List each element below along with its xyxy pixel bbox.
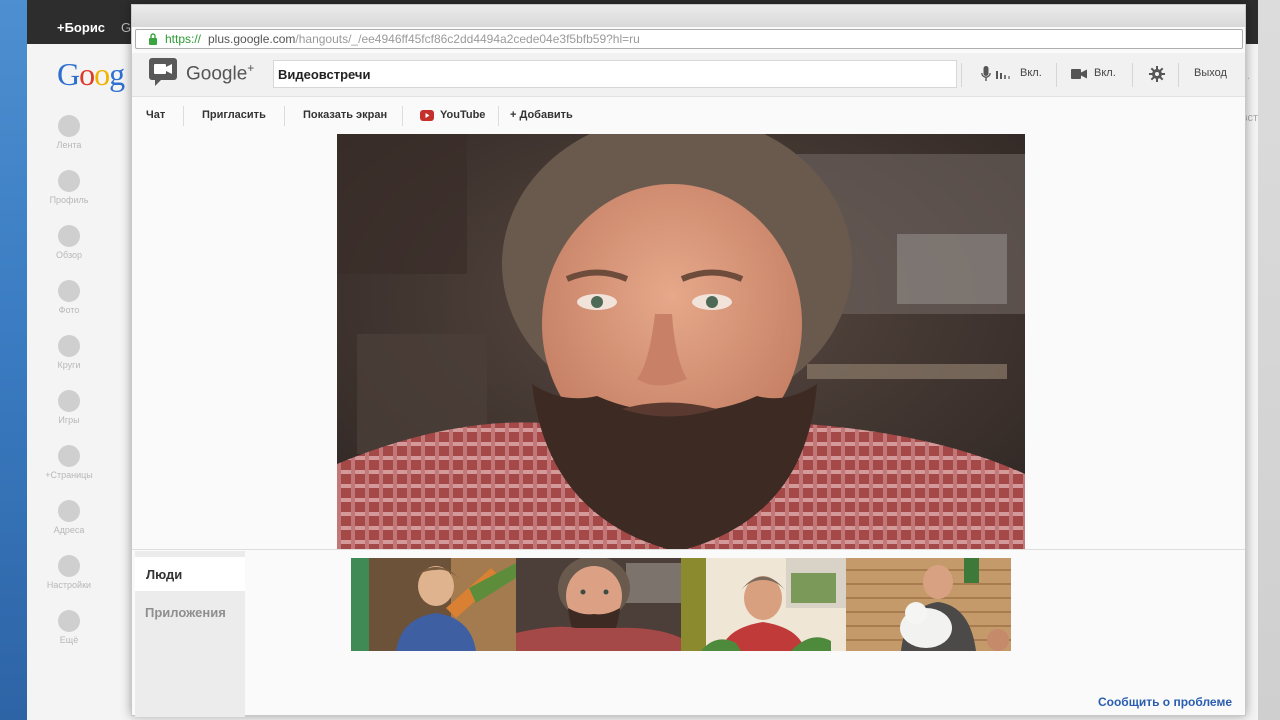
participant-thumbnail[interactable] xyxy=(516,558,681,651)
add-app-button[interactable]: + Добавить xyxy=(510,109,573,121)
url-path: /hangouts/_/ee4946ff45fcf86c2dd4494a2ced… xyxy=(295,32,640,46)
nav-item-pages[interactable]: +Страницы xyxy=(27,445,111,500)
chat-button[interactable]: Чат xyxy=(146,109,165,121)
map-pin-icon xyxy=(58,500,80,522)
left-nav: Лента Профиль Обзор Фото Круги Игры +Стр… xyxy=(27,115,111,665)
profile-icon xyxy=(58,170,80,192)
truncated-tab-label: G xyxy=(121,20,132,35)
camera-on-label[interactable]: Вкл. xyxy=(1094,67,1116,79)
hangout-toolbar: Чат Пригласить Показать экран YouTube + … xyxy=(132,98,1245,134)
home-icon xyxy=(58,115,80,137)
nav-item-games[interactable]: Игры xyxy=(27,390,111,445)
participant-thumbnail[interactable] xyxy=(351,558,516,651)
nav-item-settings[interactable]: Настройки xyxy=(27,555,111,610)
compass-icon xyxy=(58,225,80,247)
report-problem-link[interactable]: Сообщить о проблеме xyxy=(1098,695,1232,709)
mic-level-icon xyxy=(996,71,1010,79)
header-divider xyxy=(1132,63,1133,87)
toolbar-divider xyxy=(498,106,499,126)
user-name-link[interactable]: +Борис xyxy=(57,20,105,35)
nav-item-profile[interactable]: Профиль xyxy=(27,170,111,225)
main-video-feed xyxy=(337,134,1025,549)
google-plus-logo: Google+ xyxy=(186,61,255,85)
share-screen-button[interactable]: Показать экран xyxy=(303,109,387,121)
divider-line xyxy=(132,549,1245,550)
microphone-icon[interactable] xyxy=(981,66,991,82)
exit-button[interactable]: Выход xyxy=(1194,67,1227,79)
mic-on-label[interactable]: Вкл. xyxy=(1020,67,1042,79)
desktop-background-right xyxy=(1258,0,1280,720)
nav-item-explore[interactable]: Обзор xyxy=(27,225,111,280)
games-icon xyxy=(58,390,80,412)
desktop-background-left xyxy=(0,0,27,720)
invite-button[interactable]: Пригласить xyxy=(202,109,266,121)
hangout-header: Google+ Видеовстречи Вкл. Вкл. Выход xyxy=(132,53,1245,97)
window-titlebar[interactable] xyxy=(132,5,1245,27)
participant-thumbnail[interactable] xyxy=(846,558,1011,651)
nav-item-feed[interactable]: Лента xyxy=(27,115,111,170)
camera-icon xyxy=(58,280,80,302)
circles-icon xyxy=(58,335,80,357)
participants-filmstrip xyxy=(351,558,1011,651)
header-divider xyxy=(1178,63,1179,87)
nav-item-photos[interactable]: Фото xyxy=(27,280,111,335)
url-protocol: https:// xyxy=(165,32,202,46)
url-text: plus.google.com/hangouts/_/ee4946ff45fcf… xyxy=(208,30,640,48)
hangout-title-input[interactable]: Видеовстречи xyxy=(273,60,957,88)
pages-icon xyxy=(58,445,80,467)
google-logo: Goog xyxy=(57,56,125,92)
hangout-camera-icon xyxy=(149,58,177,86)
more-dots-icon xyxy=(58,610,80,632)
tab-apps[interactable]: Приложения xyxy=(135,595,245,629)
nav-item-places[interactable]: Адреса xyxy=(27,500,111,555)
youtube-icon xyxy=(420,110,434,121)
participant-thumbnail[interactable] xyxy=(681,558,846,651)
url-host: plus.google.com xyxy=(208,32,296,46)
gear-icon[interactable] xyxy=(1149,66,1165,82)
header-divider xyxy=(961,63,962,87)
gear-icon xyxy=(58,555,80,577)
nav-item-circles[interactable]: Круги xyxy=(27,335,111,390)
tab-people[interactable]: Люди xyxy=(135,557,245,591)
hangout-window: https:// plus.google.com/hangouts/_/ee49… xyxy=(131,4,1246,717)
youtube-button[interactable]: YouTube xyxy=(440,109,485,121)
address-bar[interactable]: https:// plus.google.com/hangouts/_/ee49… xyxy=(135,29,1243,49)
nav-item-more[interactable]: Ещё xyxy=(27,610,111,665)
toolbar-divider xyxy=(284,106,285,126)
toolbar-divider xyxy=(402,106,403,126)
video-camera-icon[interactable] xyxy=(1071,68,1087,80)
toolbar-divider xyxy=(183,106,184,126)
lock-icon xyxy=(149,33,157,45)
header-divider xyxy=(1056,63,1057,87)
